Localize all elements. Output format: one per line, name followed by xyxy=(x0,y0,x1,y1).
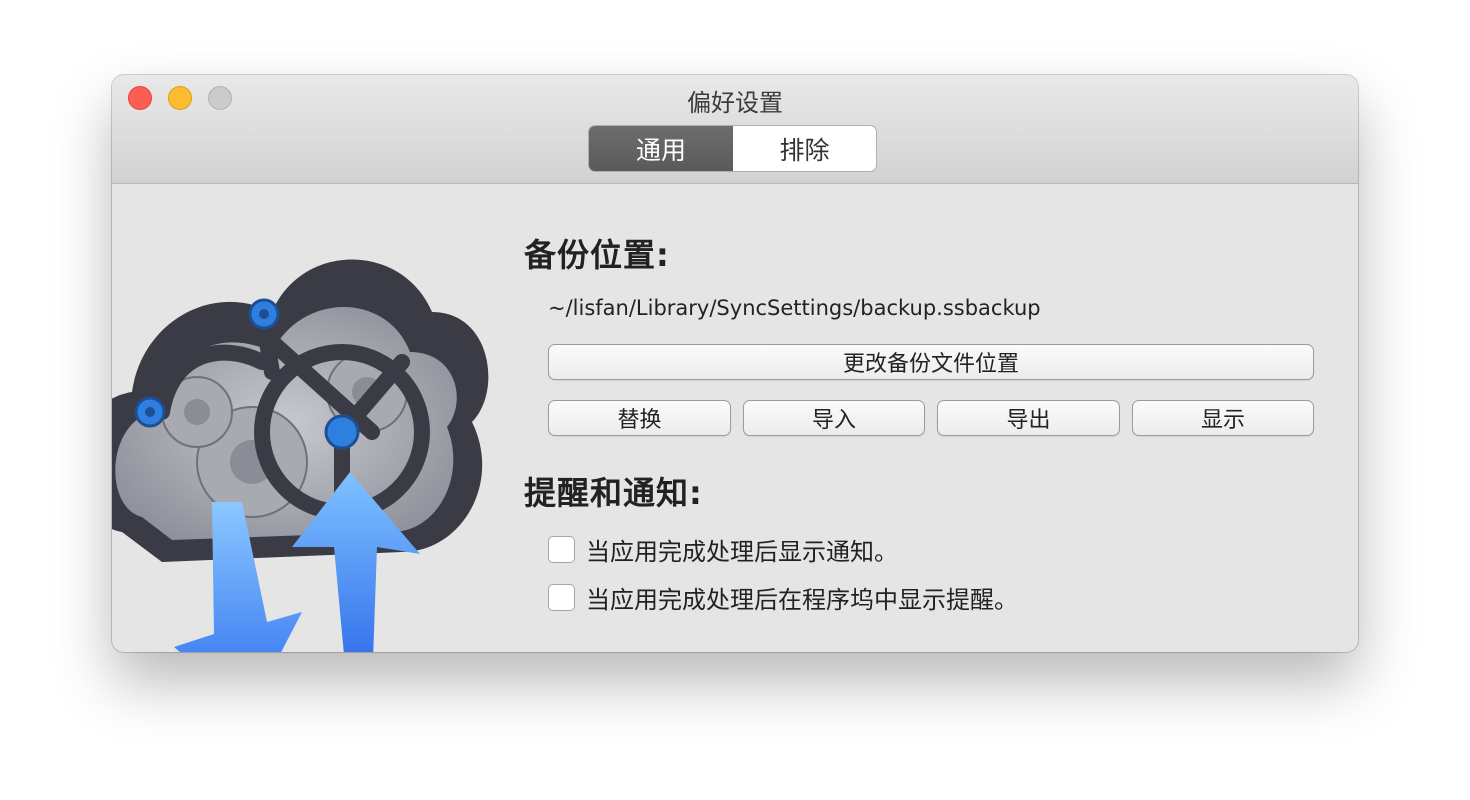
backup-location-heading: 备份位置: xyxy=(524,236,670,274)
dock-alert-on-complete-label: 当应用完成处理后在程序坞中显示提醒。 xyxy=(586,586,1018,614)
tab-general[interactable]: 通用 xyxy=(589,126,733,171)
change-backup-location-button[interactable]: 更改备份文件位置 xyxy=(548,344,1314,380)
import-button[interactable]: 导入 xyxy=(743,400,925,436)
title-bar: 偏好设置 通用 排除 xyxy=(112,75,1358,184)
preferences-tab-control: 通用 排除 xyxy=(588,125,877,172)
export-button[interactable]: 导出 xyxy=(937,400,1120,436)
notify-on-complete-label: 当应用完成处理后显示通知。 xyxy=(586,538,898,566)
backup-path: ~/lisfan/Library/SyncSettings/backup.ssb… xyxy=(548,296,1041,320)
dock-alert-on-complete-option[interactable]: 当应用完成处理后在程序坞中显示提醒。 xyxy=(548,580,1018,615)
notify-on-complete-option[interactable]: 当应用完成处理后显示通知。 xyxy=(548,532,898,567)
notifications-heading: 提醒和通知: xyxy=(524,474,703,512)
sync-settings-app-icon xyxy=(112,259,489,652)
replace-button[interactable]: 替换 xyxy=(548,400,731,436)
dock-alert-on-complete-checkbox[interactable] xyxy=(548,584,575,611)
show-button[interactable]: 显示 xyxy=(1132,400,1314,436)
window-title: 偏好设置 xyxy=(687,89,783,117)
tab-exclusions[interactable]: 排除 xyxy=(733,126,876,171)
notify-on-complete-checkbox[interactable] xyxy=(548,536,575,563)
